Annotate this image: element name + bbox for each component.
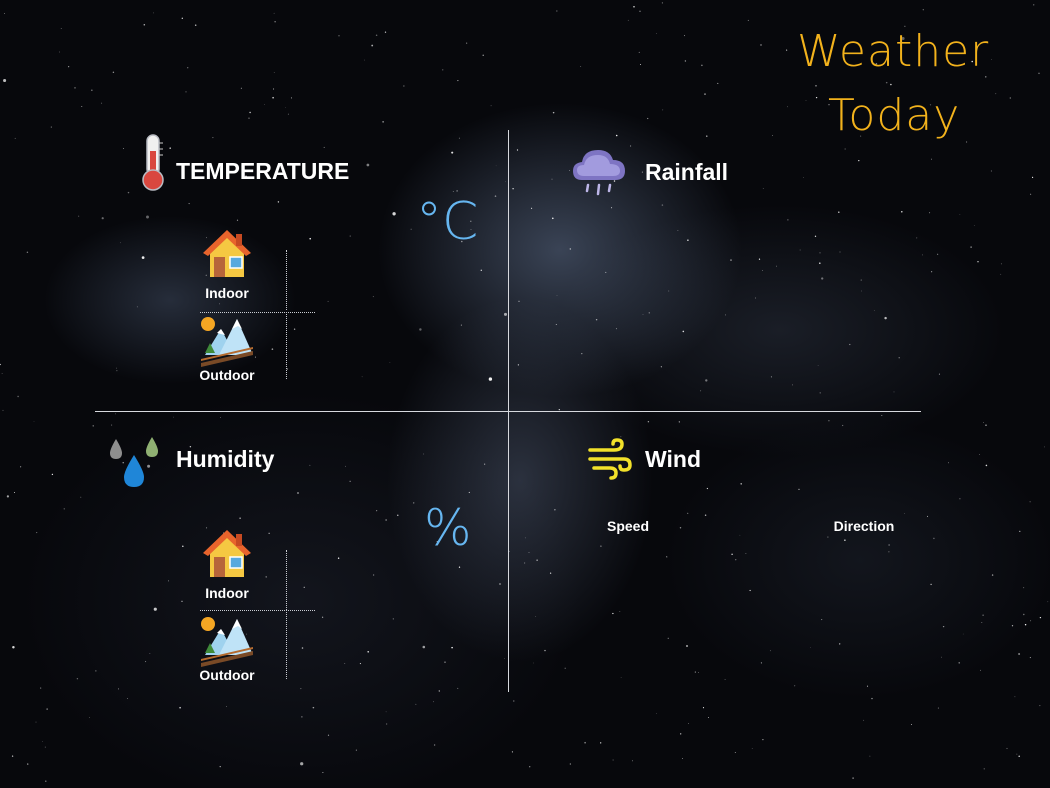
humidity-indoor-label: Indoor (205, 585, 249, 601)
temperature-unit: °C (416, 192, 479, 252)
temperature-label: TEMPERATURE (176, 158, 350, 184)
house-icon (202, 529, 252, 583)
app-title-line2: Today (828, 90, 961, 141)
temperature-indoor-guide (286, 250, 287, 310)
temperature-outdoor-guide (286, 314, 287, 379)
rainfall-label: Rainfall (645, 159, 729, 185)
temperature-row-guide (200, 312, 315, 313)
wind-direction-label: Direction (833, 518, 895, 534)
thermometer-icon (139, 133, 167, 197)
mountain-landscape-icon (199, 615, 255, 671)
wind-speed-label: Speed (606, 518, 650, 534)
humidity-outdoor-label: Outdoor (199, 667, 255, 683)
horizontal-divider (95, 411, 921, 412)
wind-icon (586, 438, 632, 484)
humidity-indoor-guide (286, 550, 287, 610)
humidity-unit: % (424, 499, 472, 557)
humidity-label: Humidity (176, 446, 275, 472)
house-icon (202, 229, 252, 283)
app-title-line1: Weather (797, 26, 990, 77)
humidity-outdoor-guide (286, 612, 287, 679)
mountain-landscape-icon (199, 315, 255, 371)
water-drops-icon (106, 435, 164, 495)
temperature-indoor-label: Indoor (205, 285, 249, 301)
temperature-outdoor-label: Outdoor (199, 367, 255, 383)
humidity-row-guide (200, 610, 315, 611)
wind-label: Wind (645, 446, 701, 472)
rain-cloud-icon (570, 144, 628, 206)
